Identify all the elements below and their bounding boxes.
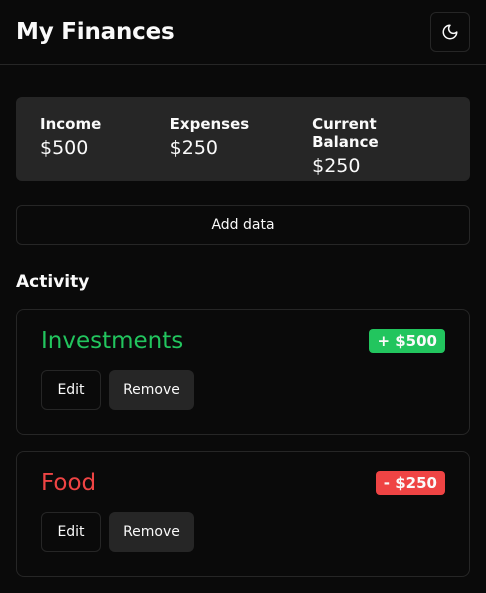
balance-stat: Current Balance $250: [312, 115, 446, 181]
balance-label: Current Balance: [312, 115, 379, 151]
amount-badge: + $500: [369, 329, 445, 353]
theme-toggle-button[interactable]: [430, 12, 470, 52]
expenses-label: Expenses: [169, 115, 250, 133]
amount-badge: - $250: [375, 471, 445, 495]
income-stat: Income $500: [40, 115, 170, 181]
activity-item-name: Investments: [41, 328, 184, 354]
page-title: My Finances: [16, 19, 175, 45]
income-value: $500: [40, 137, 89, 159]
expenses-value: $250: [169, 137, 219, 159]
income-label: Income: [40, 115, 102, 133]
summary-panel: Income $500 Expenses $250 Current Balanc…: [16, 97, 470, 181]
moon-icon: [442, 24, 458, 40]
balance-value: $250: [312, 155, 361, 177]
remove-button[interactable]: Remove: [109, 370, 194, 410]
activity-heading: Activity: [16, 272, 90, 292]
expenses-stat: Expenses $250: [170, 115, 312, 181]
app-header: My Finances: [0, 0, 486, 65]
activity-card-investments: Investments + $500 Edit Remove: [16, 309, 470, 435]
remove-button[interactable]: Remove: [109, 512, 194, 552]
activity-item-name: Food: [41, 470, 97, 496]
add-data-button[interactable]: Add data: [16, 205, 470, 245]
edit-button[interactable]: Edit: [41, 512, 101, 552]
activity-card-food: Food - $250 Edit Remove: [16, 451, 470, 577]
edit-button[interactable]: Edit: [41, 370, 101, 410]
